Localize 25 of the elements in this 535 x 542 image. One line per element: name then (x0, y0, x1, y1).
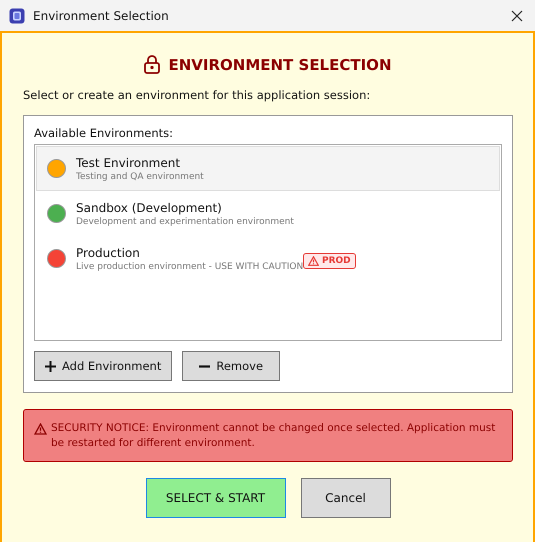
notice-text: SECURITY NOTICE: Environment cannot be changed once selected. Application must be restarted for different environment. (51, 421, 496, 451)
select-start-button[interactable]: SELECT & START (146, 478, 286, 518)
dialog-heading: ENVIRONMENT SELECTION (168, 56, 392, 74)
remove-button[interactable]: Remove (182, 351, 280, 381)
warning-icon (34, 423, 47, 435)
app-icon (9, 8, 25, 24)
panel-label: Available Environments: (34, 126, 174, 140)
close-icon[interactable] (511, 10, 523, 22)
environment-name: Sandbox (Development) (76, 200, 223, 214)
badge-text: PROD (322, 256, 351, 266)
cancel-button[interactable]: Cancel (300, 478, 390, 518)
environment-name: Production (76, 246, 141, 260)
lock-icon (144, 55, 160, 74)
environment-item[interactable]: Production Live production environment - USE WITH CAUTION PROD (36, 236, 500, 281)
environment-item[interactable]: Test Environment Testing and QA environment (36, 146, 500, 191)
plus-icon (45, 360, 56, 372)
environment-item[interactable]: Sandbox (Development) Development and experimentation environment (36, 191, 500, 236)
environment-description: Live production environment - USE WITH CAUTION (76, 262, 304, 272)
instruction-text: Select or create an environment for this application session: (23, 88, 372, 102)
add-environment-button[interactable]: Add Environment (34, 351, 172, 381)
environment-description: Testing and QA environment (76, 172, 204, 182)
warning-icon (308, 256, 319, 266)
window-title: Environment Selection (33, 8, 170, 22)
environment-name: Test Environment (76, 156, 182, 170)
environment-description: Development and experimentation environment (76, 216, 294, 226)
